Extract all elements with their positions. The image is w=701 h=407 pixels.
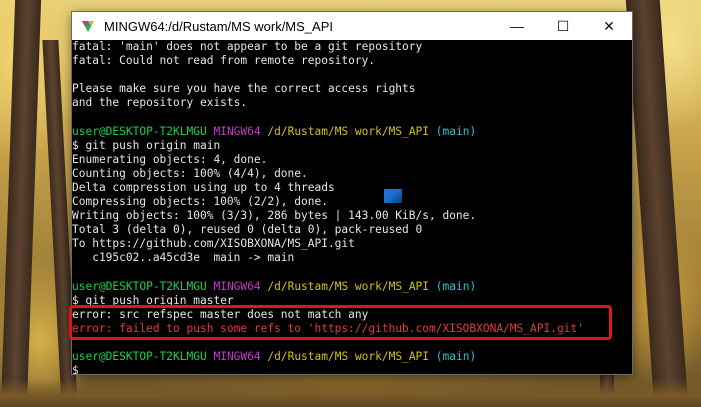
terminal-line: $ git push origin main — [72, 139, 618, 153]
window-title: MINGW64:/d/Rustam/MS work/MS_API — [104, 18, 333, 34]
terminal-text: To https://github.com/XISOBXONA/MS_API.g… — [72, 237, 355, 251]
terminal-text: (main) — [435, 279, 477, 293]
terminal-text: Counting objects: 100% (4/4), done. — [72, 166, 308, 180]
terminal-text: error: src refspec master does not match… — [72, 307, 369, 321]
terminal-text: Compressing objects: 100% (2/2), done. — [72, 195, 328, 209]
terminal-text: Please make sure you have the correct ac… — [72, 82, 416, 96]
terminal-text: fatal: Could not read from remote reposi… — [72, 54, 376, 68]
terminal-window[interactable]: MINGW64:/d/Rustam/MS work/MS_API — ☐ ✕ f… — [72, 12, 632, 374]
maximize-button[interactable]: ☐ — [540, 12, 586, 40]
close-button[interactable]: ✕ — [586, 12, 632, 40]
terminal-text: c195c02..a45cd3e main -> main — [72, 251, 295, 265]
terminal-text: (main) — [435, 124, 477, 138]
window-controls: — ☐ ✕ — [494, 12, 632, 40]
terminal-text: Total 3 (delta 0), reused 0 (delta 0), p… — [72, 223, 423, 237]
terminal-text: error: failed to push some refs to 'http… — [72, 321, 584, 335]
terminal-text: /d/Rustam/MS work/MS_API — [267, 124, 430, 138]
terminal-output[interactable]: fatal: 'main' does not appear to be a gi… — [72, 40, 618, 374]
terminal-text: and the repository exists. — [72, 96, 248, 110]
terminal-text: Delta compression using up to 4 threads — [72, 180, 335, 194]
minimize-button[interactable]: — — [494, 12, 540, 40]
terminal-line: Counting objects: 100% (4/4), done. — [72, 167, 618, 181]
terminal-text: $ git push origin main — [72, 138, 221, 152]
terminal-line: $ git push origin master — [72, 294, 618, 308]
forest-ground — [0, 379, 701, 407]
terminal-line: c195c02..a45cd3e main -> main — [72, 251, 618, 265]
terminal-line: error: failed to push some refs to 'http… — [72, 322, 618, 336]
terminal-line: $ — [72, 364, 618, 374]
terminal-line: Compressing objects: 100% (2/2), done. — [72, 195, 618, 209]
title-bar[interactable]: MINGW64:/d/Rustam/MS work/MS_API — ☐ ✕ — [72, 12, 632, 40]
terminal-line: fatal: Could not read from remote reposi… — [72, 54, 618, 68]
terminal-text: /d/Rustam/MS work/MS_API — [267, 279, 430, 293]
tree-trunk — [0, 0, 42, 407]
terminal-line: user@DESKTOP-T2KLMGU MINGW64 /d/Rustam/M… — [72, 350, 618, 364]
taskbar-thumbnail-icon — [384, 189, 402, 203]
terminal-line: error: src refspec master does not match… — [72, 308, 618, 322]
terminal-text: MINGW64 — [213, 350, 261, 364]
terminal-line: user@DESKTOP-T2KLMGU MINGW64 /d/Rustam/M… — [72, 125, 618, 139]
terminal-text: /d/Rustam/MS work/MS_API — [267, 350, 430, 364]
terminal-line: Enumerating objects: 4, done. — [72, 153, 618, 167]
terminal-text: Enumerating objects: 4, done. — [72, 152, 268, 166]
terminal-line: fatal: 'main' does not appear to be a gi… — [72, 40, 618, 54]
terminal-line: Total 3 (delta 0), reused 0 (delta 0), p… — [72, 223, 618, 237]
terminal-line: Delta compression using up to 4 threads — [72, 181, 618, 195]
tree-trunk — [625, 0, 689, 407]
terminal-text: fatal: 'main' does not appear to be a gi… — [72, 40, 423, 53]
terminal-text: $ git push origin master — [72, 293, 234, 307]
terminal-text: MINGW64 — [213, 124, 261, 138]
terminal-line: Writing objects: 100% (3/3), 286 bytes |… — [72, 209, 618, 223]
terminal-text: MINGW64 — [213, 279, 261, 293]
terminal-line: and the repository exists. — [72, 96, 618, 110]
terminal-text: user@DESKTOP-T2KLMGU — [72, 279, 207, 293]
terminal-line: Please make sure you have the correct ac… — [72, 82, 618, 96]
scrollbar[interactable] — [618, 40, 632, 374]
terminal-line: To https://github.com/XISOBXONA/MS_API.g… — [72, 237, 618, 251]
terminal-line: user@DESKTOP-T2KLMGU MINGW64 /d/Rustam/M… — [72, 280, 618, 294]
terminal-text: $ — [72, 364, 79, 374]
terminal-text: user@DESKTOP-T2KLMGU — [72, 124, 207, 138]
terminal-text: Writing objects: 100% (3/3), 286 bytes |… — [72, 209, 477, 223]
terminal-text: user@DESKTOP-T2KLMGU — [72, 350, 207, 364]
terminal-text: (main) — [435, 350, 477, 364]
git-bash-icon — [82, 21, 94, 32]
